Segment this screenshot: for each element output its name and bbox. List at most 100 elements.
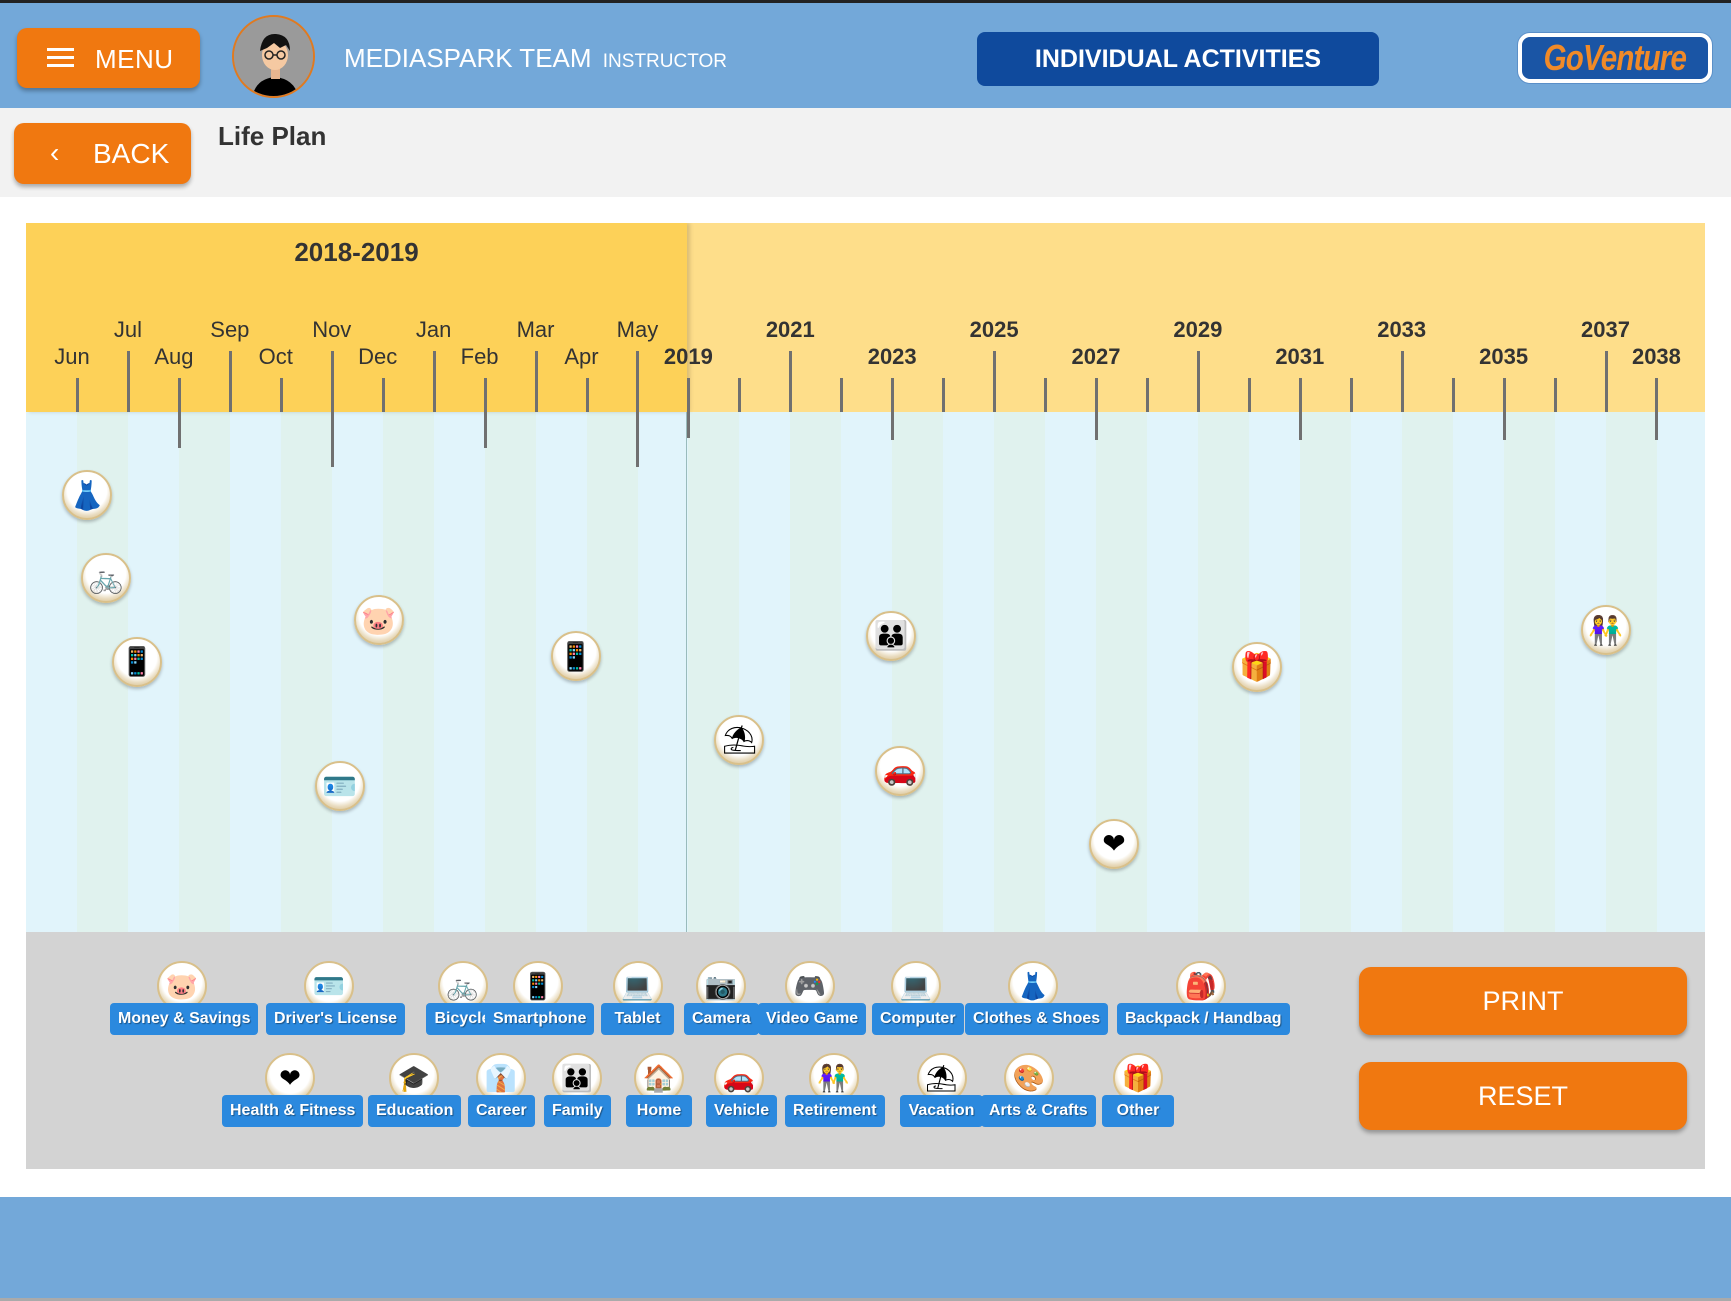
clothes-marker[interactable]: 👗 [62, 470, 112, 521]
legend-chip[interactable]: Video Game [758, 1003, 867, 1035]
month-tick [177, 378, 181, 448]
month-label: Feb [460, 344, 499, 369]
year-tick [1044, 378, 1048, 412]
year-tick [1095, 378, 1098, 440]
year-tick [1247, 378, 1251, 412]
timeline-band [178, 412, 230, 932]
month-label: Jul [113, 317, 142, 342]
legend-chip[interactable]: Smartphone [485, 1003, 595, 1035]
legend-chip[interactable]: Career [468, 1095, 535, 1127]
month-label: Sep [210, 317, 250, 342]
print-button[interactable]: PRINT [1359, 967, 1687, 1035]
id-card-marker[interactable]: 🪪 [314, 761, 365, 812]
legend-chip[interactable]: Retirement [785, 1095, 885, 1127]
piggy-bank-icon: 🐷 [361, 604, 397, 636]
legend-chip[interactable]: Home [626, 1095, 692, 1127]
month-tick [483, 378, 487, 448]
logo-text: GoVenture [1543, 37, 1687, 78]
legend-chip[interactable]: Backpack / Handbag [1117, 1003, 1290, 1035]
legend-chip[interactable]: Driver's License [266, 1003, 405, 1035]
month-label: Apr [564, 344, 599, 369]
year-tick [687, 378, 691, 438]
year-label: 2021 [765, 317, 815, 342]
car-icon: 🚗 [882, 755, 918, 787]
timeline-band [1605, 412, 1657, 932]
legend-chip[interactable]: Family [544, 1095, 611, 1127]
legend-chip[interactable]: Computer [872, 1003, 964, 1035]
year-tick [840, 378, 844, 412]
car-marker[interactable]: 🚗 [875, 745, 926, 796]
legend-chip[interactable]: Money & Savings [110, 1003, 259, 1035]
timeline-band [892, 412, 944, 932]
back-label: BACK [93, 138, 170, 169]
tablet-marker[interactable]: 📱 [111, 636, 162, 687]
timeline-band [994, 412, 1046, 932]
family-icon: 👪 [873, 620, 909, 652]
legend-chip[interactable]: Vehicle [706, 1095, 778, 1127]
year-label: 2029 [1173, 317, 1223, 342]
month-tick [330, 351, 334, 467]
year-label: 2038 [1631, 344, 1681, 369]
month-label: May [616, 317, 659, 342]
month-tick [381, 378, 385, 412]
heart-marker[interactable]: ❤ [1089, 818, 1139, 869]
beach-umbrella-marker[interactable]: ⛱ [714, 714, 765, 765]
couple-icon: 👫 [1588, 614, 1623, 646]
life-plan-timeline: 2018-2019 Jun Jul Aug Sep Oct Nov Dec Jan Feb Mar… [26, 223, 1705, 932]
year-tick [1400, 351, 1404, 412]
hamburger-icon [47, 48, 74, 68]
back-button[interactable]: ‹ BACK [14, 123, 191, 184]
month-tick [534, 351, 538, 412]
year-label: 2037 [1581, 317, 1630, 342]
bicycle-marker[interactable]: 🚲 [80, 553, 131, 604]
year-tick [1604, 351, 1608, 412]
legend-chip[interactable]: Clothes & Shoes [965, 1003, 1109, 1035]
menu-button[interactable]: MENU [17, 28, 200, 88]
beach-umbrella-icon: ⛱ [721, 724, 758, 756]
legend-chip[interactable]: Other [1102, 1095, 1174, 1127]
gift-marker[interactable]: 🎁 [1231, 641, 1282, 692]
month-tick [585, 378, 589, 412]
avatar[interactable] [232, 15, 315, 98]
user-avatar-icon [234, 17, 313, 96]
timeline-band [280, 412, 332, 932]
year-label: 2025 [969, 317, 1019, 342]
legend-chip[interactable]: Tablet [601, 1003, 674, 1035]
month-label: Nov [312, 317, 352, 342]
year-tick [1451, 378, 1455, 412]
legend-chip[interactable]: Camera [684, 1003, 759, 1035]
clothes-icon: 👗 [69, 479, 105, 511]
year-tick [1298, 378, 1302, 440]
year-label: 2019 [663, 344, 713, 369]
page-title: Life Plan [218, 121, 327, 151]
legend-chip[interactable]: Arts & Crafts [981, 1095, 1096, 1127]
legend-chip[interactable]: Education [368, 1095, 462, 1127]
reset-button[interactable]: RESET [1359, 1062, 1687, 1130]
year-tick [1349, 378, 1353, 412]
period-label: 2018-2019 [294, 237, 419, 267]
legend-chip[interactable]: Health & Fitness [222, 1095, 364, 1127]
year-tick [789, 351, 793, 412]
legend-chip[interactable]: Vacation [900, 1095, 983, 1127]
year-tick [942, 378, 946, 412]
timeline-band [382, 412, 434, 932]
category-legend: PRINT RESET 🐷 Money & Savings 🪪 Driver's Li… [26, 932, 1705, 1169]
family-marker[interactable]: 👪 [866, 610, 917, 661]
smartphone-marker[interactable]: 📱 [550, 631, 601, 682]
piggy-bank-marker[interactable]: 🐷 [353, 595, 404, 645]
month-tick [228, 351, 232, 412]
timeline-band [1503, 412, 1555, 932]
year-tick [1553, 378, 1557, 412]
individual-activities-button[interactable]: INDIVIDUAL ACTIVITIES [977, 32, 1379, 86]
month-label: Jun [54, 344, 90, 369]
timeline-band [484, 412, 536, 932]
tablet-icon: 📱 [119, 646, 155, 678]
year-label: 2033 [1377, 317, 1427, 342]
timeline-band [790, 412, 842, 932]
year-label: 2027 [1071, 344, 1121, 369]
top-bar: MENU MEDIASPARK TEAM INSTRUCTOR INDIVIDU… [0, 0, 1731, 108]
couple-marker[interactable]: 👫 [1580, 605, 1631, 656]
month-label: Aug [154, 344, 194, 369]
id-card-icon: 🪪 [322, 770, 358, 802]
year-tick [738, 378, 742, 412]
